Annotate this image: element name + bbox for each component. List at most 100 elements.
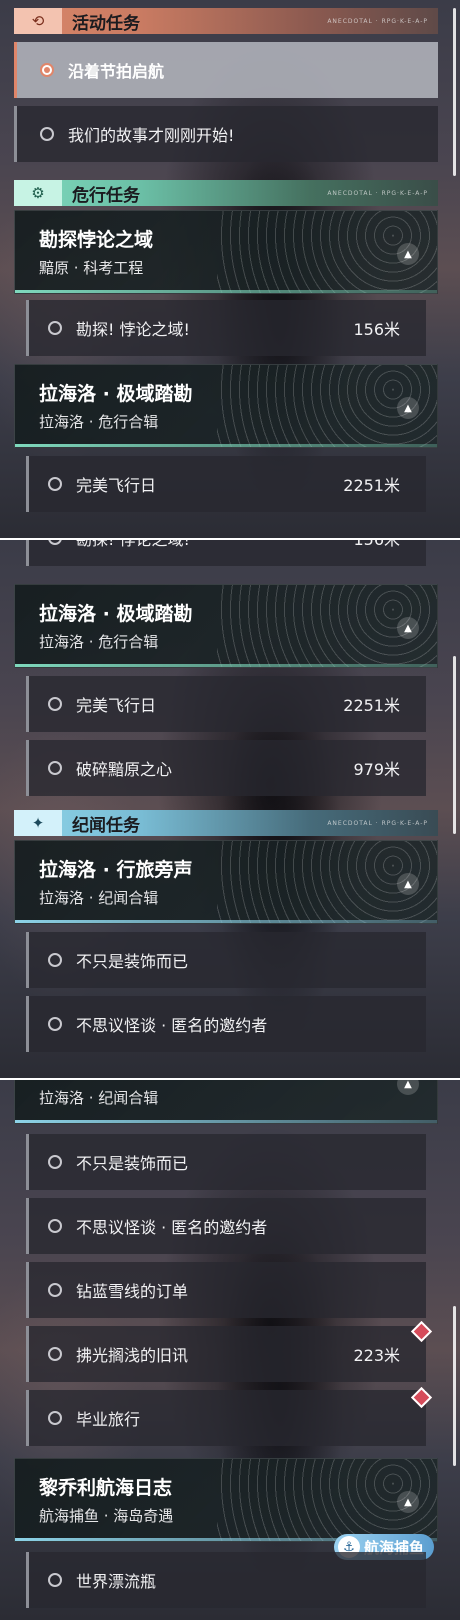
section-title: 纪闻任务: [72, 815, 140, 836]
item-accent-bar: [14, 42, 17, 98]
quest-group-card[interactable]: 黎乔利航海日志 航海捕鱼 · 海岛奇遇 ▲: [14, 1458, 438, 1542]
section-header-activity[interactable]: ⟲ 活动任务 ANECDOTAL · RPG·K-E-A-P: [14, 8, 438, 34]
section-tag: ANECDOTAL · RPG·K-E-A-P: [327, 17, 428, 25]
quest-label: 沿着节拍启航: [68, 62, 165, 81]
item-accent-bar: [26, 1326, 29, 1382]
section-tag: ANECDOTAL · RPG·K-E-A-P: [327, 189, 428, 197]
quest-item[interactable]: 不思议怪谈 · 匿名的邀约者: [26, 1198, 426, 1254]
radio-icon: [48, 1219, 62, 1233]
section-header-danger[interactable]: ⚙ 危行任务 ANECDOTAL · RPG·K-E-A-P: [14, 180, 438, 206]
quest-item[interactable]: 世界漂流瓶: [26, 1552, 426, 1608]
quest-item[interactable]: 不只是装饰而已: [26, 1134, 426, 1190]
collapse-icon[interactable]: ▲: [397, 1080, 419, 1095]
quest-item[interactable]: 毕业旅行: [26, 1390, 426, 1446]
card-subtitle: 黯原 · 科考工程: [39, 259, 144, 277]
card-subtitle: 拉海洛 · 危行合辑: [39, 413, 159, 431]
item-accent-bar: [26, 456, 29, 512]
quest-item[interactable]: 破碎黯原之心 979米: [26, 740, 426, 796]
scrollbar[interactable]: [453, 1306, 456, 1466]
item-accent-bar: [26, 1552, 29, 1608]
card-title: 拉海洛 · 极域踏勘: [39, 603, 193, 625]
quest-label: 世界漂流瓶: [76, 1572, 157, 1591]
collapse-icon[interactable]: ▲: [397, 397, 419, 419]
item-accent-bar: [26, 932, 29, 988]
radio-selected-icon: [40, 63, 54, 77]
radio-icon: [48, 761, 62, 775]
quest-group-card[interactable]: 拉海洛 · 极域踏勘 拉海洛 · 危行合辑 ▲: [14, 364, 438, 448]
card-underline: [15, 1120, 437, 1123]
item-accent-bar: [26, 676, 29, 732]
quest-label: 我们的故事才刚刚开始!: [68, 126, 235, 145]
quest-distance: 2251米: [343, 476, 400, 495]
item-accent-bar: [26, 1134, 29, 1190]
radio-icon: [48, 477, 62, 491]
collapse-icon[interactable]: ▲: [397, 617, 419, 639]
quest-group-card[interactable]: 拉海洛 · 行旅旁声 拉海洛 · 纪闻合辑 ▲: [14, 840, 438, 924]
scrollbar[interactable]: [453, 8, 456, 176]
radio-icon: [40, 127, 54, 141]
quest-label: 不思议怪谈 · 匿名的邀约者: [76, 1016, 268, 1035]
quest-distance: 156米: [353, 320, 400, 339]
card-subtitle: 航海捕鱼 · 海岛奇遇: [39, 1507, 174, 1525]
quest-label: 不思议怪谈 · 匿名的邀约者: [76, 1218, 268, 1237]
collapse-icon[interactable]: ▲: [397, 243, 419, 265]
card-title: 勘探悖论之域: [39, 229, 154, 251]
quest-label: 完美飞行日: [76, 696, 157, 715]
quest-panel-2: 勘探! 悖论之域! 156米 拉海洛 · 极域踏勘 拉海洛 · 危行合辑 ▲ 完…: [0, 540, 460, 1078]
collapse-icon[interactable]: ▲: [397, 1491, 419, 1513]
quest-group-card[interactable]: 拉海洛 · 纪闻合辑 ▲: [14, 1080, 438, 1124]
radio-icon: [48, 953, 62, 967]
quest-item[interactable]: 不只是装饰而已: [26, 932, 426, 988]
quest-label: 不只是装饰而已: [76, 952, 189, 971]
quest-item[interactable]: 勘探! 悖论之域! 156米: [26, 300, 426, 356]
quest-distance: 223米: [353, 1346, 400, 1365]
card-underline: [15, 920, 437, 923]
quest-item[interactable]: 拂光搁浅的旧讯 223米: [26, 1326, 426, 1382]
quest-label: 勘探! 悖论之域!: [76, 320, 190, 339]
quest-label: 钻蓝雪线的订单: [76, 1282, 189, 1301]
item-accent-bar: [26, 1198, 29, 1254]
quest-item[interactable]: 我们的故事才刚刚开始!: [14, 106, 438, 162]
section-title: 活动任务: [72, 13, 140, 34]
quest-item[interactable]: 钻蓝雪线的订单: [26, 1262, 426, 1318]
activity-quest-icon: ⟲: [14, 8, 62, 34]
radio-icon: [48, 540, 62, 545]
card-title: 拉海洛 · 极域踏勘: [39, 383, 193, 405]
quest-label: 破碎黯原之心: [76, 760, 173, 779]
quest-label: 拂光搁浅的旧讯: [76, 1346, 189, 1365]
scrollbar[interactable]: [453, 656, 456, 834]
card-subtitle: 拉海洛 · 纪闻合辑: [39, 1089, 159, 1107]
quest-group-card[interactable]: 勘探悖论之域 黯原 · 科考工程 ▲: [14, 210, 438, 294]
section-title: 危行任务: [72, 185, 140, 206]
quest-group-card[interactable]: 拉海洛 · 极域踏勘 拉海洛 · 危行合辑 ▲: [14, 584, 438, 668]
collapse-icon[interactable]: ▲: [397, 873, 419, 895]
radio-icon: [48, 1155, 62, 1169]
quest-panel-3: 拉海洛 · 纪闻合辑 ▲ 不只是装饰而已 不思议怪谈 · 匿名的邀约者 钻蓝雪线…: [0, 1080, 460, 1620]
quest-item[interactable]: 勘探! 悖论之域! 156米: [26, 540, 426, 566]
quest-label: 毕业旅行: [76, 1410, 141, 1429]
card-underline: [15, 290, 437, 293]
gear-icon: ⚙: [14, 180, 62, 206]
quest-distance: 979米: [353, 760, 400, 779]
card-subtitle: 拉海洛 · 危行合辑: [39, 633, 159, 651]
item-accent-bar: [26, 1390, 29, 1446]
card-title: 黎乔利航海日志: [39, 1477, 173, 1499]
quest-item-selected[interactable]: 沿着节拍启航: [14, 42, 438, 98]
quest-panel-1: ⟲ 活动任务 ANECDOTAL · RPG·K-E-A-P 沿着节拍启航 我们…: [0, 0, 460, 538]
radio-icon: [48, 1411, 62, 1425]
radio-icon: [48, 1017, 62, 1031]
quest-item[interactable]: 不思议怪谈 · 匿名的邀约者: [26, 996, 426, 1052]
section-header-lore[interactable]: ✦ 纪闻任务 ANECDOTAL · RPG·K-E-A-P: [14, 810, 438, 836]
item-accent-bar: [14, 106, 17, 162]
card-title: 拉海洛 · 行旅旁声: [39, 859, 193, 881]
item-accent-bar: [26, 540, 29, 566]
sparkle-icon: ✦: [14, 810, 62, 836]
section-tag: ANECDOTAL · RPG·K-E-A-P: [327, 819, 428, 827]
quest-item[interactable]: 完美飞行日 2251米: [26, 456, 426, 512]
quest-label: 不只是装饰而已: [76, 1154, 189, 1173]
quest-item[interactable]: 完美飞行日 2251米: [26, 676, 426, 732]
radio-icon: [48, 321, 62, 335]
item-accent-bar: [26, 996, 29, 1052]
radio-icon: [48, 697, 62, 711]
card-underline: [15, 444, 437, 447]
